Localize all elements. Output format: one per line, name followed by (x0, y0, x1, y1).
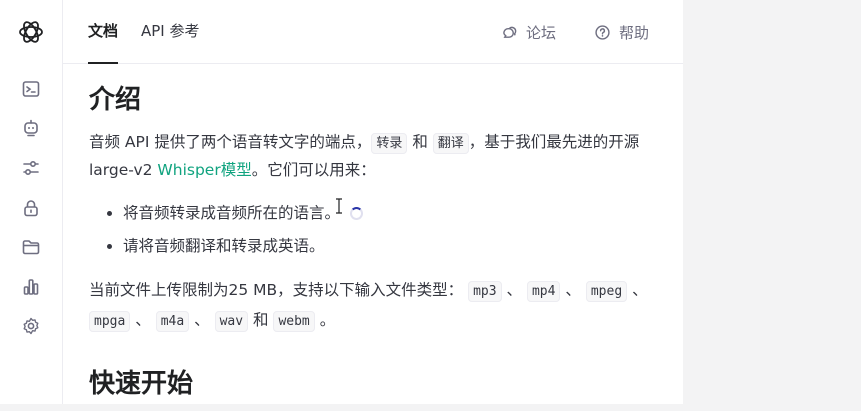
help-link[interactable]: 帮助 (594, 21, 649, 43)
list-item: 请将音频翻译和转录成英语。 (123, 230, 363, 263)
filetype-m4a: m4a (155, 311, 190, 332)
forum-link[interactable]: 论坛 (501, 21, 556, 43)
forum-label: 论坛 (526, 23, 557, 42)
use-case-list: 将音频转录成音频所在的语言。 请将音频翻译和转录成英语。 (89, 197, 364, 263)
intro-text-a: 音频 API 提供了两个语音转文字的端点， (89, 133, 372, 151)
separator: 、 (565, 281, 581, 299)
file-limit-paragraph: 当前文件上传限制为25 MB，支持以下输入文件类型： mp3 、 mp4 、 m… (89, 276, 664, 336)
terminal-icon[interactable] (19, 77, 43, 101)
intro-paragraph: 音频 API 提供了两个语音转文字的端点， 转录 和 翻译 ，基于我们最先进的开源 … (89, 129, 664, 184)
intro-text-c: 。它们可以用来： (251, 161, 376, 179)
and-word: 和 (253, 311, 269, 329)
filetype-mpga: mpga (89, 311, 131, 332)
robot-icon[interactable] (19, 116, 43, 140)
gear-icon[interactable] (19, 314, 43, 338)
filetype-mp3: mp3 (468, 281, 502, 302)
forum-icon (503, 26, 517, 38)
help-icon (595, 24, 610, 40)
list-item: 将音频转录成音频所在的语言。 (123, 197, 364, 230)
intro-heading: 介绍 (89, 85, 142, 115)
lock-icon[interactable] (19, 196, 43, 220)
filetype-mp4: mp4 (526, 281, 561, 302)
sliders-icon[interactable] (19, 156, 43, 180)
code-translate: 翻译 (432, 133, 469, 154)
bar-chart-icon[interactable] (19, 275, 43, 299)
openai-logo-icon[interactable] (17, 18, 45, 46)
tab-docs[interactable]: 文档 (88, 0, 119, 64)
loading-spinner-icon (350, 207, 364, 220)
separator: 、 (135, 311, 151, 329)
separator: 、 (194, 311, 210, 329)
bullet-text: 将音频转录成音频所在的语言。 (123, 204, 341, 222)
filetype-wav: wav (214, 311, 249, 332)
sidebar (0, 0, 63, 404)
app-window: 文档 API 参考 论坛 帮助 介绍 音频 API 提供了两个语音转文字的端点，… (0, 0, 683, 404)
main-content: 介绍 音频 API 提供了两个语音转文字的端点， 转录 和 翻译 ，基于我们最先进的… (89, 63, 669, 404)
filetype-webm: webm (273, 311, 315, 332)
intro-text-and: 和 (407, 133, 433, 151)
filetype-mpeg: mpeg (585, 281, 628, 302)
separator: 、 (632, 281, 648, 299)
code-transcribe: 转录 (371, 133, 408, 154)
top-navigation: 文档 API 参考 论坛 帮助 (63, 0, 683, 64)
folder-icon[interactable] (19, 235, 43, 259)
limit-text: 当前文件上传限制为25 MB，支持以下输入文件类型： (89, 281, 464, 299)
text-cursor-icon (336, 198, 342, 214)
separator: 、 (506, 281, 523, 299)
tab-api-reference[interactable]: API 参考 (141, 0, 200, 63)
help-label: 帮助 (619, 23, 650, 42)
period: 。 (319, 311, 336, 329)
quickstart-heading: 快速开始 (89, 369, 194, 399)
bullet-text: 请将音频翻译和转录成英语。 (123, 237, 325, 255)
whisper-model-link[interactable]: Whisper模型 (157, 161, 251, 179)
